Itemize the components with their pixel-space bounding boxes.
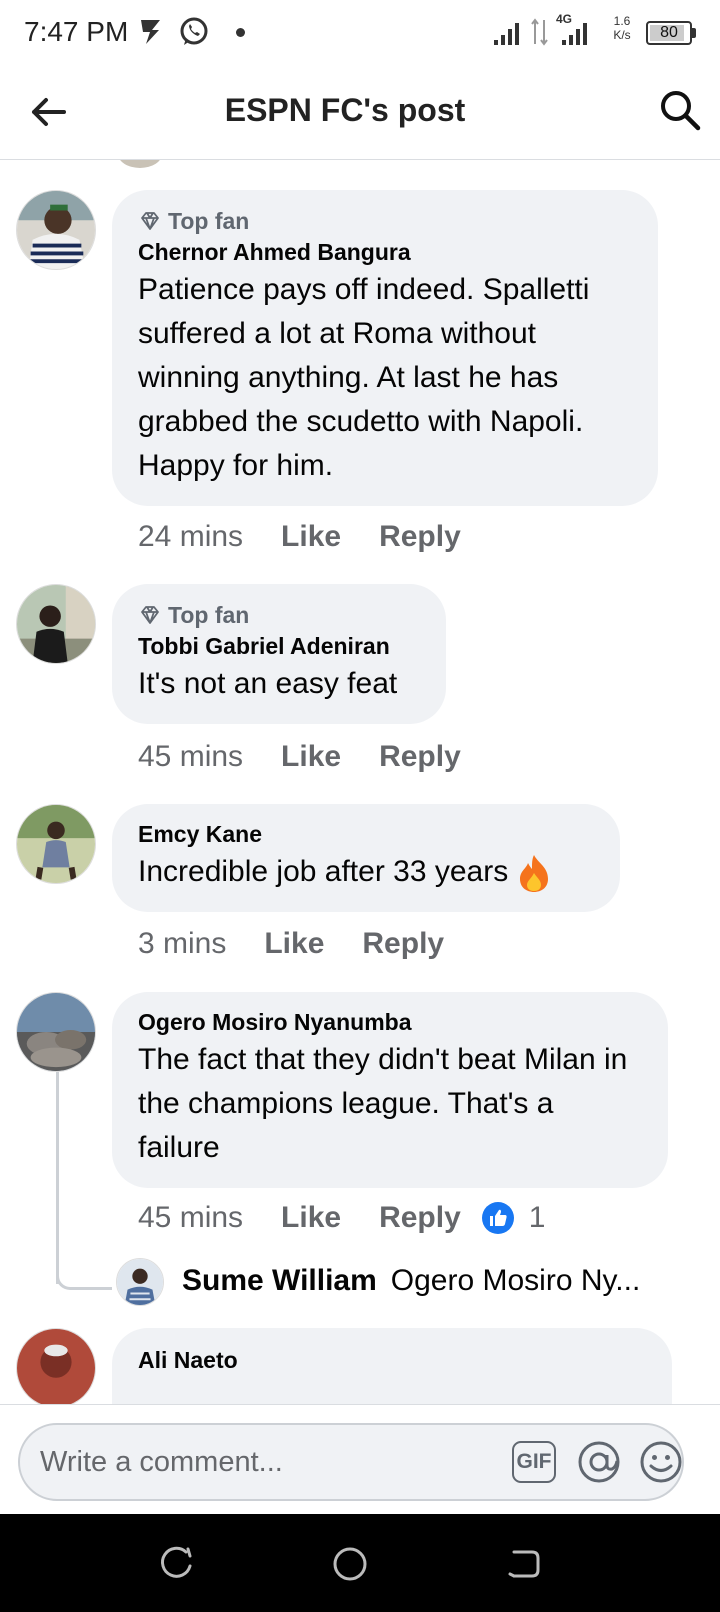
home-icon[interactable] [330,1544,370,1584]
avatar[interactable] [16,1328,96,1404]
comment-text: Patience pays off indeed. Spalletti suff… [138,273,590,482]
comment-text: Incredible job after 33 years [138,850,594,894]
fire-emoji-icon [520,855,549,893]
thread-connector [56,1262,112,1290]
reply-preview[interactable]: Sume William Ogero Mosiro Ny... [182,1264,682,1298]
like-button[interactable]: Like [281,520,341,554]
diamond-icon [141,606,159,624]
avatar[interactable] [116,1258,164,1306]
comment-actions: 45 mins Like Reply [138,740,499,774]
notification-icon [141,20,160,44]
whatsapp-icon [180,17,208,45]
comment-actions: 24 mins Like Reply [138,520,499,554]
reply-text: Ogero Mosiro Ny... [390,1264,641,1297]
status-dot [236,28,245,37]
speed-unit: K/s [613,28,631,42]
gif-button[interactable]: GIF [512,1441,556,1483]
comment-time[interactable]: 24 mins [138,520,243,554]
top-fan-badge: Top fan [138,600,420,630]
comment-author[interactable]: Tobbi Gabriel Adeniran [138,630,420,662]
emoji-icon[interactable] [638,1439,684,1485]
comment-time[interactable]: 3 mins [138,927,226,961]
mention-icon[interactable] [576,1439,622,1485]
comment-bubble[interactable]: Ogero Mosiro Nyanumba The fact that they… [112,992,668,1188]
reply-button[interactable]: Reply [362,927,444,961]
diamond-icon [141,212,159,230]
comment-text: It's not an easy feat [138,667,398,700]
system-navigation-bar [0,1514,720,1612]
signal-icon [494,23,519,45]
comment-text-content: Incredible job after 33 years [138,855,509,888]
badge-label: Top fan [168,601,250,628]
comment-time[interactable]: 45 mins [138,1201,243,1235]
app-header: ESPN FC's post [0,64,720,160]
comment-actions: 45 mins Like Reply 1 [138,1201,545,1235]
reply-author[interactable]: Sume William [182,1264,377,1297]
like-button[interactable]: Like [281,1201,341,1235]
avatar[interactable] [16,992,96,1072]
status-time: 7:47 PM [24,16,129,47]
avatar[interactable] [118,160,162,168]
like-reaction-icon[interactable] [481,1201,515,1235]
comment-actions: 3 mins Like Reply [138,927,482,961]
reply-button[interactable]: Reply [379,1201,461,1235]
comment-author[interactable]: Ali Naeto [138,1344,646,1376]
badge-label: Top fan [168,207,250,234]
network-speed: 1.6 K/s [610,14,634,42]
comment-author[interactable]: Chernor Ahmed Bangura [138,236,632,268]
back-nav-icon[interactable] [504,1544,544,1584]
comment-text: The fact that they didn't beat Milan in … [138,1043,628,1164]
comment-composer-bar: GIF [0,1404,720,1514]
battery-icon: 80 [646,21,692,45]
comment-input[interactable] [40,1439,490,1485]
avatar[interactable] [16,804,96,884]
reply-button[interactable]: Reply [379,520,461,554]
comment-time[interactable]: 45 mins [138,740,243,774]
thread-line [56,1070,59,1284]
top-fan-badge: Top fan [138,206,632,236]
reply-button[interactable]: Reply [379,740,461,774]
comment-composer[interactable]: GIF [18,1423,684,1501]
comment-bubble[interactable]: Top fan Chernor Ahmed Bangura Patience p… [112,190,658,506]
battery-tip [692,28,696,38]
like-button[interactable]: Like [264,927,324,961]
comment-bubble[interactable]: Ali Naeto [112,1328,672,1404]
data-arrows-icon [531,18,548,46]
signal-4g-icon [562,23,587,45]
comment-bubble[interactable]: Top fan Tobbi Gabriel Adeniran It's not … [112,584,446,724]
avatar[interactable] [16,190,96,270]
avatar[interactable] [16,584,96,664]
comment-author[interactable]: Emcy Kane [138,818,594,850]
search-icon[interactable] [658,88,702,132]
speed-value: 1.6 [613,14,631,28]
comment-author[interactable]: Ogero Mosiro Nyanumba [138,1006,642,1038]
comments-feed[interactable]: Top fan Chernor Ahmed Bangura Patience p… [0,160,720,1404]
comment-bubble[interactable]: Emcy Kane Incredible job after 33 years [112,804,620,912]
battery-text: 80 [660,24,678,41]
reaction-count[interactable]: 1 [529,1201,546,1235]
page-title: ESPN FC's post [224,92,466,128]
status-bar: 7:47 PM 4G 1.6 K/s 80 [0,0,720,64]
truncated-comment [200,160,510,162]
like-button[interactable]: Like [281,740,341,774]
recent-apps-icon[interactable] [158,1544,198,1584]
